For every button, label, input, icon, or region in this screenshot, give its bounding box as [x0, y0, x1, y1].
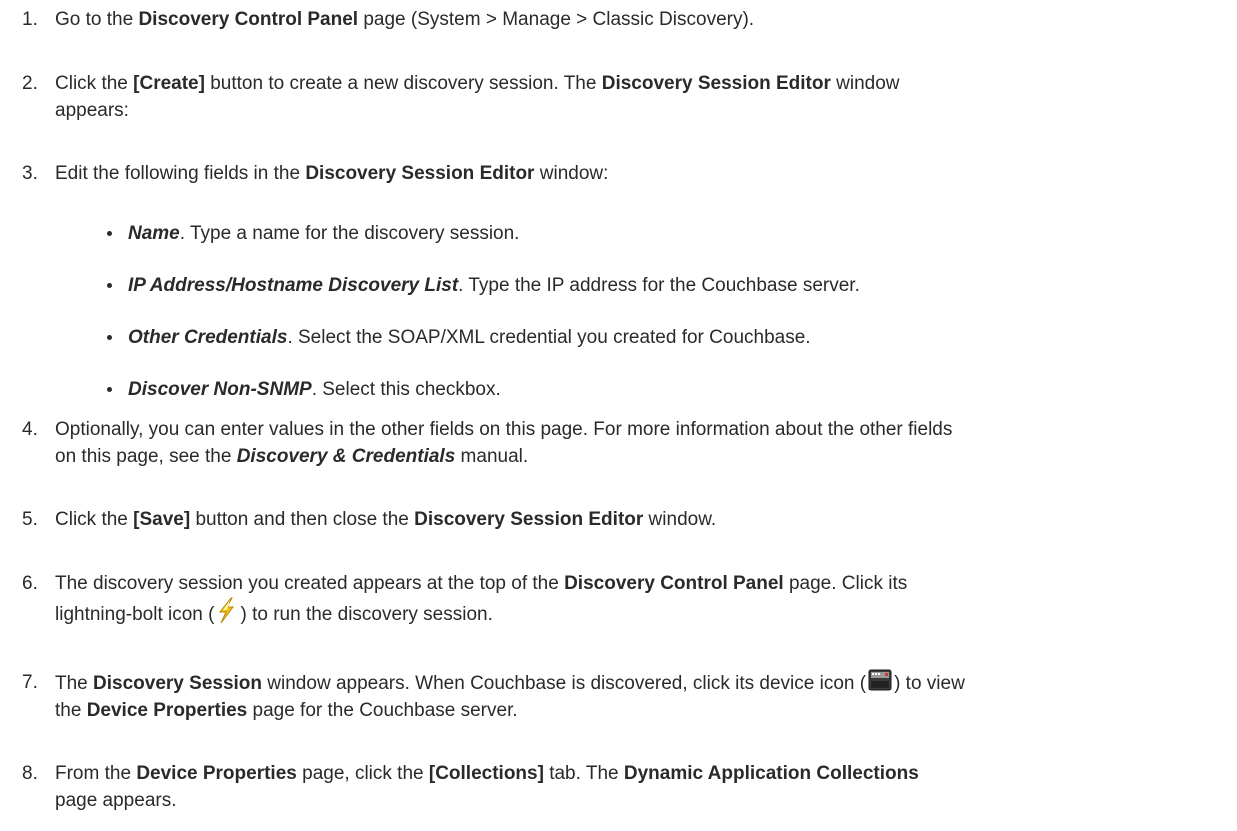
step-text-run: page, click the	[296, 763, 429, 784]
step-text-run: Edit the following fields in the	[55, 163, 306, 184]
step-text-run: The	[55, 673, 94, 694]
field-name-label: Name	[128, 223, 180, 244]
step-text: Edit the following fields in the Discove…	[55, 160, 1197, 187]
step-text-run: ) to run the discovery session.	[240, 604, 493, 625]
step-text-run: button and then close the	[190, 509, 415, 530]
step-text-run: Optionally, you can enter values in the …	[55, 419, 953, 440]
field-description: . Select this checkbox.	[311, 379, 501, 400]
field-bullet-text: IP Address/Hostname Discovery List. Type…	[128, 272, 1197, 299]
field-description: . Select the SOAP/XML credential you cre…	[287, 327, 811, 348]
step-text-run: page (System > Manage > Classic Discover…	[358, 9, 755, 30]
bold-term: [Save]	[133, 509, 191, 530]
step-text: Click the [Create] button to create a ne…	[55, 70, 1197, 124]
step-text: The discovery session you created appear…	[55, 570, 1197, 628]
field-bullet-text: Other Credentials. Select the SOAP/XML c…	[128, 324, 1197, 351]
bold-term: Discovery Session	[93, 673, 263, 694]
field-bullet-text: Discover Non-SNMP. Select this checkbox.	[128, 376, 1197, 403]
step-number: 1.	[22, 9, 38, 30]
device-icon	[868, 669, 892, 691]
step-text-run: the	[55, 700, 87, 721]
step-text-run: From the	[55, 763, 137, 784]
step-text-run: ) to view	[894, 673, 965, 694]
step-text-run: Go to the	[55, 9, 139, 30]
step-number: 3.	[22, 163, 38, 184]
field-description: . Type the IP address for the Couchbase …	[458, 275, 860, 296]
bold-term: Device Properties	[86, 700, 248, 721]
bold-term: Device Properties	[136, 763, 297, 784]
step-number: 2.	[22, 73, 38, 94]
step-text-run: manual.	[455, 446, 529, 467]
bullet-dot	[107, 335, 112, 340]
manual-reference: Discovery & Credentials	[236, 446, 456, 467]
step-number: 8.	[22, 763, 38, 784]
bold-term: [Create]	[133, 73, 205, 94]
step-text-run: The discovery session you created appear…	[55, 573, 565, 594]
step-text: Go to the Discovery Control Panel page (…	[55, 6, 1197, 33]
step-text: Click the [Save] button and then close t…	[55, 506, 1197, 533]
step-number: 5.	[22, 509, 38, 530]
step-text-run: on this page, see the	[55, 446, 237, 467]
bold-term: Discovery Control Panel	[138, 9, 359, 30]
instructions-document: 1. Go to the Discovery Control Panel page…	[0, 0, 1237, 831]
bold-term: Discovery Session Editor	[414, 509, 644, 530]
bullet-dot	[107, 231, 112, 236]
step-text-run: page for the Couchbase server.	[247, 700, 518, 721]
bold-term: Discovery Session Editor	[601, 73, 831, 94]
field-name-label: Discover Non-SNMP	[128, 379, 312, 400]
step-text: The Discovery Session window appears. Wh…	[55, 669, 1197, 724]
step-number: 4.	[22, 419, 38, 440]
step-text-run: button to create a new discovery session…	[204, 73, 602, 94]
field-name-label: IP Address/Hostname Discovery List	[128, 275, 459, 296]
bold-term: Discovery Control Panel	[564, 573, 784, 594]
step-number: 7.	[22, 672, 38, 693]
step-text-run: Click the	[55, 73, 134, 94]
bullet-dot	[107, 387, 112, 392]
bold-term: [Collections]	[428, 763, 544, 784]
step-text-run: tab. The	[543, 763, 624, 784]
step-text-run: page. Click its	[783, 573, 908, 594]
step-text-run: window	[830, 73, 900, 94]
step-text-run: Click the	[55, 509, 134, 530]
step-text-run: window:	[534, 163, 609, 184]
field-name-label: Other Credentials	[128, 327, 288, 348]
step-text-run: window appears. When Couchbase is discov…	[262, 673, 867, 694]
bullet-dot	[107, 283, 112, 288]
step-text-run: lightning-bolt icon (	[55, 604, 215, 625]
lightning-bolt-icon	[219, 597, 235, 624]
field-description: . Type a name for the discovery session.	[179, 223, 520, 244]
bold-term: Discovery Session Editor	[305, 163, 535, 184]
step-text-run: appears:	[55, 100, 129, 121]
step-number: 6.	[22, 573, 38, 594]
step-text-run: page appears.	[55, 790, 177, 811]
step-text: From the Device Properties page, click t…	[55, 760, 1197, 814]
step-text-run: window.	[643, 509, 717, 530]
field-bullet-text: Name. Type a name for the discovery sess…	[128, 220, 1197, 247]
bold-term: Dynamic Application Collections	[623, 763, 919, 784]
step-text: Optionally, you can enter values in the …	[55, 416, 1197, 470]
